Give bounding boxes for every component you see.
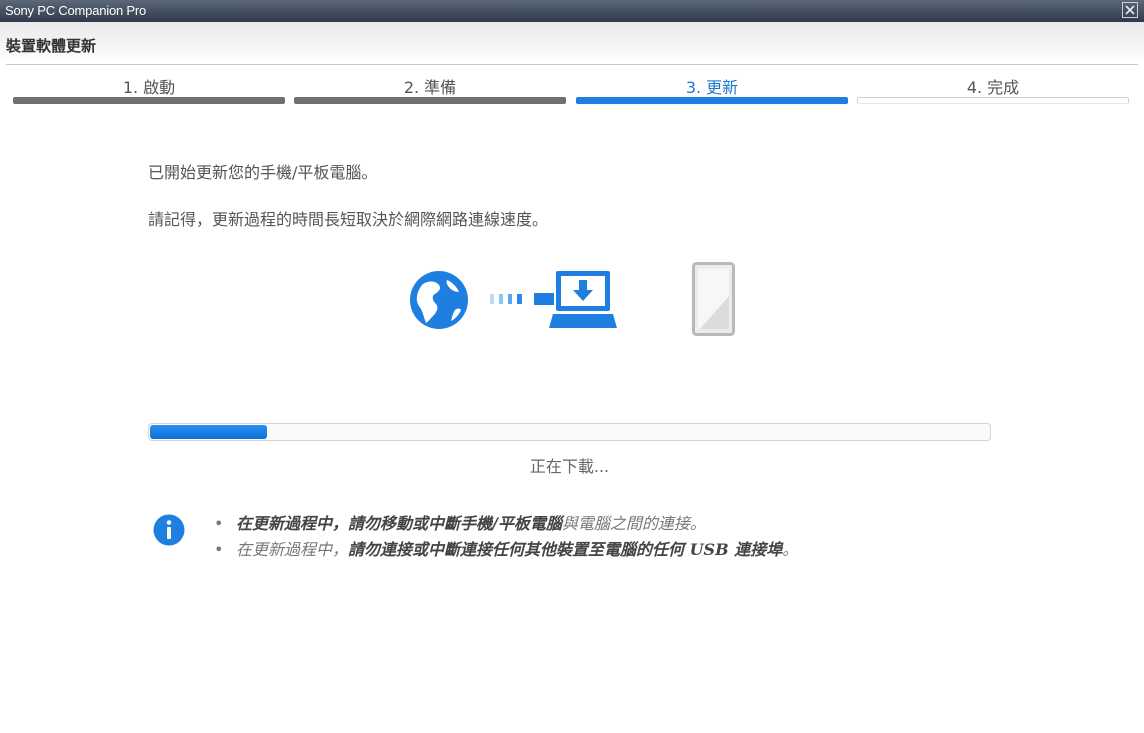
step-label: 1. 啟動 xyxy=(122,78,176,97)
step-label: 4. 完成 xyxy=(966,78,1020,97)
close-button[interactable] xyxy=(1122,2,1138,18)
info-icon xyxy=(153,514,185,546)
note-tail: 。 xyxy=(782,540,799,559)
intro-text-2: 請記得，更新過程的時間長短取決於網際網路連線速度。 xyxy=(148,210,549,229)
step-bar xyxy=(576,97,848,104)
step-1-start: 1. 啟動 xyxy=(13,72,285,106)
globe-icon xyxy=(410,271,468,329)
step-bar xyxy=(294,97,566,104)
step-bar xyxy=(857,97,1129,104)
window-title: Sony PC Companion Pro xyxy=(5,3,147,18)
step-2-prepare: 2. 準備 xyxy=(294,72,566,106)
close-icon xyxy=(1125,5,1135,15)
header-divider xyxy=(6,64,1138,65)
note-text: 與電腦之間的連接。 xyxy=(561,514,706,533)
step-label: 2. 準備 xyxy=(403,78,457,97)
note-text: 在更新過程中， xyxy=(236,540,349,559)
bullet: • xyxy=(214,514,224,533)
laptop-download-icon xyxy=(549,271,617,328)
note-emphasis: 請勿連接或中斷連接任何其他裝置至電腦的任何 USB 連接埠 xyxy=(348,540,783,559)
intro-text-1: 已開始更新您的手機/平板電腦。 xyxy=(148,163,378,182)
list-item: • 在更新過程中，請勿移動或中斷手機/平板電腦與電腦之間的連接。 xyxy=(214,512,798,538)
step-4-finish: 4. 完成 xyxy=(857,72,1129,106)
page-header: 裝置軟體更新 xyxy=(0,22,1144,64)
warning-list: • 在更新過程中，請勿移動或中斷手機/平板電腦與電腦之間的連接。 • 在更新過程中，… xyxy=(214,512,798,564)
note-emphasis: 在更新過程中，請勿移動或中斷手機/平板電腦 xyxy=(236,514,562,533)
step-3-update: 3. 更新 xyxy=(576,72,848,106)
status-text: 正在下載... xyxy=(529,457,610,476)
step-bar xyxy=(13,97,285,104)
step-label: 3. 更新 xyxy=(685,78,739,97)
phone-icon xyxy=(692,262,735,336)
title-bar: Sony PC Companion Pro xyxy=(0,0,1144,22)
list-item: • 在更新過程中，請勿連接或中斷連接任何其他裝置至電腦的任何 USB 連接埠。 xyxy=(214,538,798,564)
transfer-dots-icon xyxy=(490,293,554,305)
page-title: 裝置軟體更新 xyxy=(6,37,97,55)
progress-fill xyxy=(150,425,267,439)
bullet: • xyxy=(214,540,224,559)
download-progress-bar xyxy=(148,423,991,441)
